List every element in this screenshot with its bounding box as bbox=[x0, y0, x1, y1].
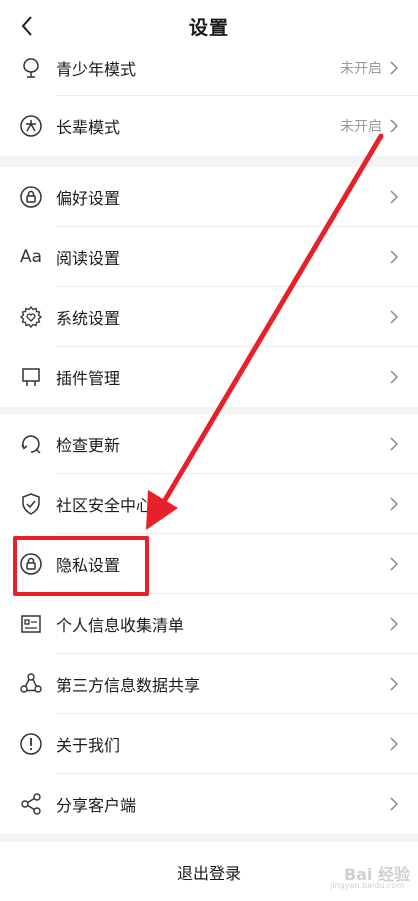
settings-row-system[interactable]: 系统设置 bbox=[0, 287, 418, 347]
row-label: 第三方信息数据共享 bbox=[56, 676, 201, 695]
chevron-right-icon bbox=[388, 496, 400, 512]
settings-row-elder-mode[interactable]: 长辈模式 未开启 bbox=[0, 96, 418, 156]
chevron-right-icon bbox=[388, 796, 400, 812]
info-exclamation-icon bbox=[18, 731, 44, 757]
settings-row-about-us[interactable]: 关于我们 bbox=[0, 714, 418, 774]
chevron-right-icon bbox=[388, 309, 400, 325]
settings-row-teen-mode[interactable]: 青少年模式 未开启 bbox=[0, 40, 418, 96]
chevron-right-icon bbox=[388, 436, 400, 452]
chevron-left-icon bbox=[21, 16, 32, 36]
row-label: 个人信息收集清单 bbox=[56, 616, 185, 635]
status-text: 未开启 bbox=[340, 61, 382, 77]
chevron-right-icon bbox=[388, 60, 400, 76]
settings-row-share-client[interactable]: 分享客户端 bbox=[0, 774, 418, 834]
settings-row-community-safety[interactable]: 社区安全中心 bbox=[0, 474, 418, 534]
settings-row-reading[interactable]: Aa 阅读设置 bbox=[0, 227, 418, 287]
row-label: 关于我们 bbox=[56, 736, 121, 755]
row-label: 分享客户端 bbox=[56, 796, 137, 815]
settings-row-third-party-sharing[interactable]: 第三方信息数据共享 bbox=[0, 654, 418, 714]
row-label: 青少年模式 bbox=[56, 60, 137, 79]
status-text: 未开启 bbox=[340, 119, 382, 135]
settings-row-plugins[interactable]: 插件管理 bbox=[0, 347, 418, 407]
row-label: 阅读设置 bbox=[56, 249, 121, 268]
row-label: 偏好设置 bbox=[56, 189, 121, 208]
page-title: 设置 bbox=[188, 16, 229, 39]
row-label: 检查更新 bbox=[56, 436, 121, 455]
chevron-right-icon bbox=[388, 249, 400, 265]
font-aa-icon: Aa bbox=[19, 247, 43, 267]
baidu-watermark: Bai 经验 jingyan.baidu.com bbox=[330, 861, 410, 890]
update-arrow-icon bbox=[18, 431, 44, 457]
settings-group-preferences: 偏好设置 Aa 阅读设置 系统设置 插件管理 bbox=[0, 167, 418, 407]
share-network-icon bbox=[18, 671, 44, 697]
watermark-subtext: jingyan.baidu.com bbox=[330, 881, 404, 890]
share-icon bbox=[18, 791, 44, 817]
lock-icon bbox=[18, 184, 44, 210]
settings-group-general: 检查更新 社区安全中心 隐私设置 个人信息收集清单 第三方信息数据共享 关于我们… bbox=[0, 414, 418, 834]
row-label: 社区安全中心 bbox=[56, 496, 153, 515]
row-label: 长辈模式 bbox=[56, 118, 121, 137]
plugin-board-icon bbox=[18, 364, 44, 390]
chevron-right-icon bbox=[388, 616, 400, 632]
chevron-right-icon bbox=[388, 369, 400, 385]
row-label: 插件管理 bbox=[56, 369, 121, 388]
shield-check-icon bbox=[18, 491, 44, 517]
chevron-right-icon bbox=[388, 118, 400, 134]
logout-label: 退出登录 bbox=[176, 863, 241, 883]
settings-row-personal-info-list[interactable]: 个人信息收集清单 bbox=[0, 594, 418, 654]
back-button[interactable] bbox=[14, 12, 40, 40]
teen-mode-icon bbox=[18, 55, 44, 81]
chevron-right-icon bbox=[388, 556, 400, 572]
highlight-box bbox=[13, 536, 149, 596]
chevron-right-icon bbox=[388, 736, 400, 752]
id-card-icon bbox=[18, 611, 44, 637]
settings-row-check-update[interactable]: 检查更新 bbox=[0, 414, 418, 474]
gear-heart-icon bbox=[18, 304, 44, 330]
elder-mode-icon bbox=[18, 113, 44, 139]
row-label: 系统设置 bbox=[56, 309, 121, 328]
chevron-right-icon bbox=[388, 676, 400, 692]
chevron-right-icon bbox=[388, 189, 400, 205]
settings-group-mode: 青少年模式 未开启 长辈模式 未开启 bbox=[0, 40, 418, 156]
settings-row-preferences[interactable]: 偏好设置 bbox=[0, 167, 418, 227]
